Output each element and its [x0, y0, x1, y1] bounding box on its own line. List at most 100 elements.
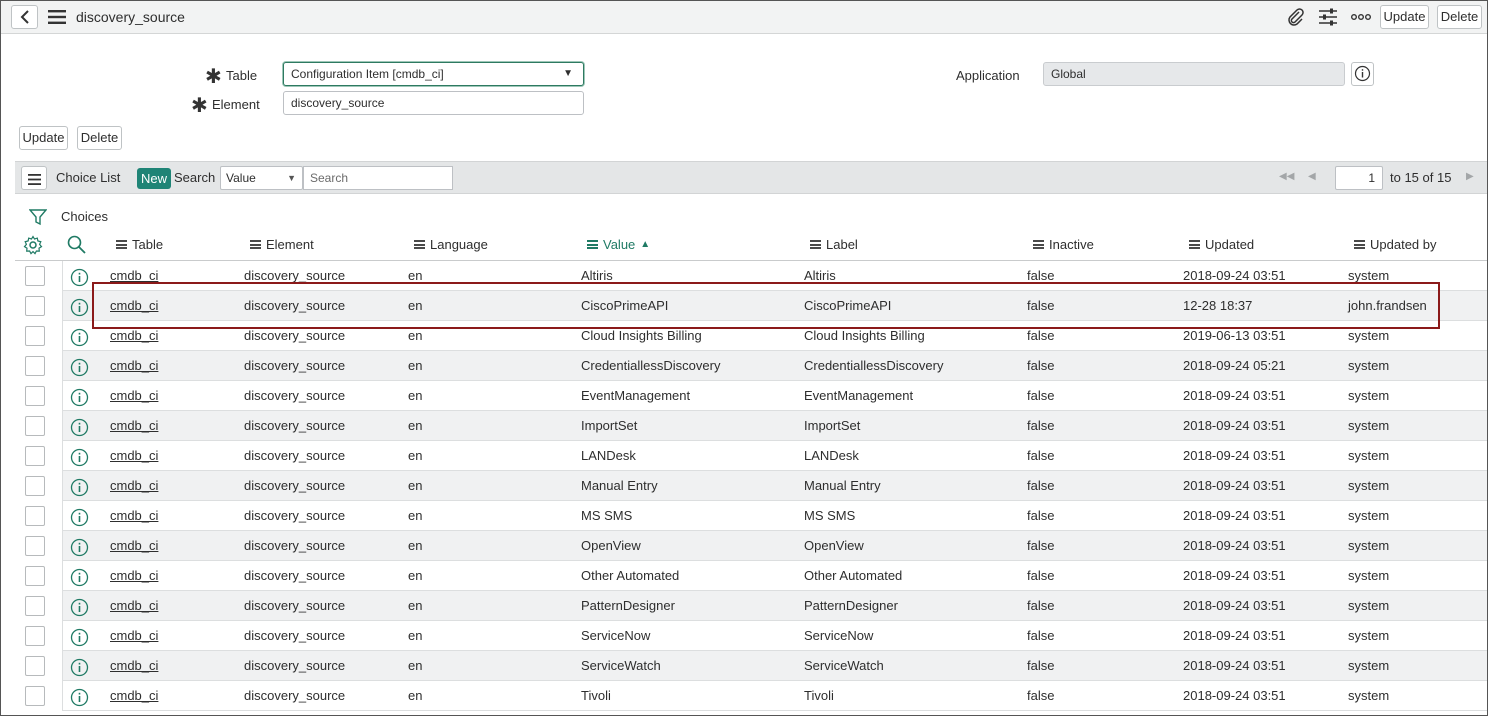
info-icon[interactable]: [70, 568, 89, 590]
table-select[interactable]: Configuration Item [cmdb_ci] ▼: [283, 62, 584, 86]
first-page-icon[interactable]: ◀◀: [1279, 171, 1294, 182]
table-row[interactable]: cmdb_ci discovery_source en Tivoli Tivoli fal…: [15, 681, 1487, 711]
menu-icon[interactable]: [47, 9, 67, 25]
table-row[interactable]: cmdb_ci discovery_source en ImportSet Import…: [15, 411, 1487, 441]
cell-table[interactable]: cmdb_ci: [110, 598, 158, 613]
row-checkbox[interactable]: [25, 506, 45, 526]
row-checkbox[interactable]: [25, 386, 45, 406]
cell-table[interactable]: cmdb_ci: [110, 358, 158, 373]
row-checkbox[interactable]: [25, 446, 45, 466]
cell-updated: 2018-09-24 03:51: [1183, 598, 1286, 613]
cell-table[interactable]: cmdb_ci: [110, 418, 158, 433]
header-update-button[interactable]: Update: [1380, 5, 1429, 29]
cell-table[interactable]: cmdb_ci: [110, 268, 158, 283]
breadcrumb[interactable]: Choices: [61, 209, 108, 224]
cell-updated-by: system: [1348, 358, 1390, 373]
table-row[interactable]: cmdb_ci discovery_source en Altiris Altiris f…: [15, 261, 1487, 291]
info-icon[interactable]: [70, 658, 89, 680]
info-icon[interactable]: [70, 298, 89, 320]
row-checkbox[interactable]: [25, 686, 45, 706]
search-icon[interactable]: [67, 235, 86, 257]
filter-icon[interactable]: [28, 208, 48, 229]
element-field[interactable]: discovery_source: [283, 91, 584, 115]
column-header-language[interactable]: Language: [414, 237, 488, 252]
column-header-table[interactable]: Table: [116, 237, 163, 252]
application-info-button[interactable]: [1351, 62, 1374, 86]
search-input[interactable]: Search: [303, 166, 453, 190]
cell-table[interactable]: cmdb_ci: [110, 298, 158, 313]
prev-page-icon[interactable]: ◀: [1308, 171, 1316, 182]
search-field-select[interactable]: Value ▼: [220, 166, 303, 190]
row-checkbox[interactable]: [25, 266, 45, 286]
row-checkbox[interactable]: [25, 656, 45, 676]
cell-table[interactable]: cmdb_ci: [110, 388, 158, 403]
cell-table[interactable]: cmdb_ci: [110, 478, 158, 493]
header-delete-button[interactable]: Delete: [1437, 5, 1482, 29]
cell-table[interactable]: cmdb_ci: [110, 568, 158, 583]
info-icon[interactable]: [70, 448, 89, 470]
row-checkbox[interactable]: [25, 626, 45, 646]
list-title: Choice List: [56, 170, 121, 185]
column-header-value[interactable]: Value ▲: [587, 237, 650, 252]
cell-table[interactable]: cmdb_ci: [110, 658, 158, 673]
table-row[interactable]: cmdb_ci discovery_source en ServiceWatch Ser…: [15, 651, 1487, 681]
info-icon[interactable]: [70, 388, 89, 410]
form-delete-button[interactable]: Delete: [77, 126, 122, 150]
info-icon[interactable]: [70, 538, 89, 560]
column-menu-icon: [414, 240, 425, 249]
table-row[interactable]: cmdb_ci discovery_source en CiscoPrimeAPI Ci…: [15, 291, 1487, 321]
table-row[interactable]: cmdb_ci discovery_source en Other Automated…: [15, 561, 1487, 591]
cell-table[interactable]: cmdb_ci: [110, 628, 158, 643]
table-row[interactable]: cmdb_ci discovery_source en EventManagement…: [15, 381, 1487, 411]
row-checkbox[interactable]: [25, 536, 45, 556]
row-checkbox[interactable]: [25, 566, 45, 586]
info-icon[interactable]: [70, 358, 89, 380]
column-header-label[interactable]: Label: [810, 237, 858, 252]
cell-table[interactable]: cmdb_ci: [110, 448, 158, 463]
row-checkbox[interactable]: [25, 326, 45, 346]
table-row[interactable]: cmdb_ci discovery_source en MS SMS MS SMS fal…: [15, 501, 1487, 531]
cell-inactive: false: [1027, 688, 1055, 703]
info-icon[interactable]: [70, 478, 89, 500]
list-menu-button[interactable]: [21, 166, 47, 190]
cell-table[interactable]: cmdb_ci: [110, 538, 158, 553]
info-icon[interactable]: [70, 628, 89, 650]
cell-element: discovery_source: [244, 538, 346, 553]
table-row[interactable]: cmdb_ci discovery_source en PatternDesigner…: [15, 591, 1487, 621]
info-icon[interactable]: [70, 508, 89, 530]
cell-table[interactable]: cmdb_ci: [110, 688, 158, 703]
info-icon[interactable]: [70, 418, 89, 440]
paperclip-icon[interactable]: [1285, 7, 1307, 27]
row-checkbox[interactable]: [25, 296, 45, 316]
table-row[interactable]: cmdb_ci discovery_source en CredentiallessD…: [15, 351, 1487, 381]
next-page-icon[interactable]: ▶: [1466, 171, 1474, 182]
column-header-inactive[interactable]: Inactive: [1033, 237, 1094, 252]
gear-icon[interactable]: [23, 235, 43, 258]
info-icon[interactable]: [70, 268, 89, 290]
column-header-element[interactable]: Element: [250, 237, 314, 252]
row-checkbox[interactable]: [25, 476, 45, 496]
back-button[interactable]: [11, 5, 38, 29]
column-header-updated[interactable]: Updated: [1189, 237, 1254, 252]
cell-table[interactable]: cmdb_ci: [110, 508, 158, 523]
cell-table[interactable]: cmdb_ci: [110, 328, 158, 343]
table-row[interactable]: cmdb_ci discovery_source en Manual Entry Man…: [15, 471, 1487, 501]
row-checkbox[interactable]: [25, 356, 45, 376]
form-update-button[interactable]: Update: [19, 126, 68, 150]
page-number-input[interactable]: 1: [1335, 166, 1383, 190]
more-icon[interactable]: [1349, 9, 1373, 25]
info-icon[interactable]: [70, 328, 89, 350]
info-icon[interactable]: [70, 598, 89, 620]
table-row[interactable]: cmdb_ci discovery_source en LANDesk LANDesk f…: [15, 441, 1487, 471]
table-row[interactable]: cmdb_ci discovery_source en ServiceNow Servi…: [15, 621, 1487, 651]
table-row[interactable]: cmdb_ci discovery_source en Cloud Insights …: [15, 321, 1487, 351]
cell-inactive: false: [1027, 568, 1055, 583]
column-header-updated-by[interactable]: Updated by: [1354, 237, 1437, 252]
row-select-cell: [15, 471, 63, 501]
table-row[interactable]: cmdb_ci discovery_source en OpenView OpenVie…: [15, 531, 1487, 561]
info-icon[interactable]: [70, 688, 89, 710]
new-button[interactable]: New: [137, 168, 171, 189]
row-checkbox[interactable]: [25, 596, 45, 616]
settings-sliders-icon[interactable]: [1317, 7, 1339, 27]
row-checkbox[interactable]: [25, 416, 45, 436]
